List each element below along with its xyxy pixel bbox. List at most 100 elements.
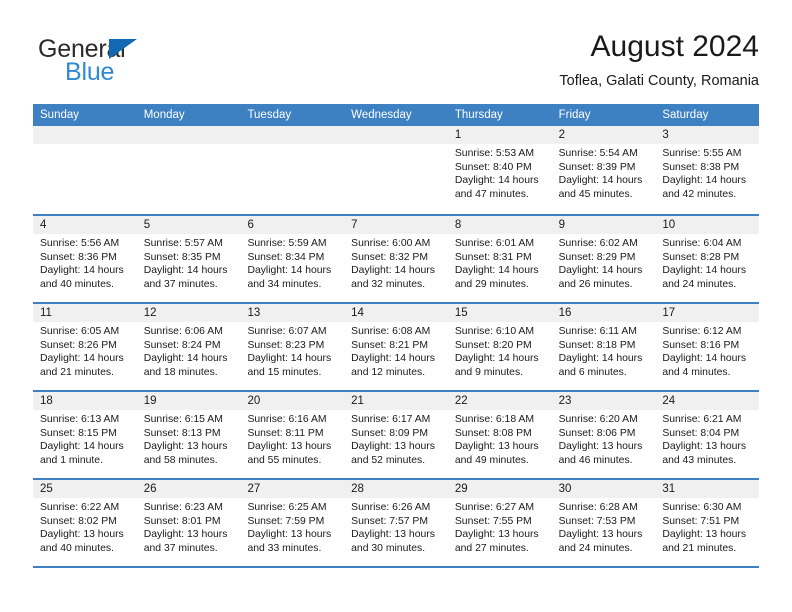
day-details: Sunrise: 6:27 AM Sunset: 7:55 PM Dayligh…: [448, 498, 552, 555]
day-cell[interactable]: 17 Sunrise: 6:12 AM Sunset: 8:16 PM Dayl…: [655, 304, 760, 390]
day-details: Sunrise: 6:22 AM Sunset: 8:02 PM Dayligh…: [33, 498, 137, 555]
daylight-text-line2: and 27 minutes.: [454, 542, 529, 554]
day-cell[interactable]: 8 Sunrise: 6:01 AM Sunset: 8:31 PM Dayli…: [447, 216, 552, 302]
day-cell[interactable]: 6 Sunrise: 5:59 AM Sunset: 8:34 PM Dayli…: [240, 216, 345, 302]
day-number: 7: [344, 216, 448, 234]
day-details: Sunrise: 5:54 AM Sunset: 8:39 PM Dayligh…: [552, 144, 656, 201]
sunrise-text: Sunrise: 6:27 AM: [454, 502, 535, 513]
day-number: [136, 126, 241, 144]
day-details: Sunrise: 6:13 AM Sunset: 8:15 PM Dayligh…: [33, 410, 137, 467]
day-cell[interactable]: 16 Sunrise: 6:11 AM Sunset: 8:18 PM Dayl…: [551, 304, 656, 390]
day-details: Sunrise: 6:15 AM Sunset: 8:13 PM Dayligh…: [137, 410, 241, 467]
day-cell[interactable]: 29 Sunrise: 6:27 AM Sunset: 7:55 PM Dayl…: [447, 480, 552, 566]
day-cell[interactable]: 5 Sunrise: 5:57 AM Sunset: 8:35 PM Dayli…: [136, 216, 241, 302]
day-cell[interactable]: 9 Sunrise: 6:02 AM Sunset: 8:29 PM Dayli…: [551, 216, 656, 302]
day-cell[interactable]: 4 Sunrise: 5:56 AM Sunset: 8:36 PM Dayli…: [33, 216, 137, 302]
general-blue-logo[interactable]: General Blue: [33, 36, 263, 92]
day-details: Sunrise: 6:16 AM Sunset: 8:11 PM Dayligh…: [240, 410, 344, 467]
sunrise-text: Sunrise: 6:00 AM: [351, 238, 431, 249]
daylight-text-line2: and 4 minutes.: [662, 366, 731, 378]
sunset-text: Sunset: 8:40 PM: [454, 161, 532, 173]
day-cell[interactable]: 3 Sunrise: 5:55 AM Sunset: 8:38 PM Dayli…: [655, 126, 760, 214]
daylight-text-line2: and 24 minutes.: [558, 542, 633, 554]
day-number: 26: [136, 480, 241, 498]
daylight-text-line2: and 58 minutes.: [143, 454, 218, 466]
day-cell[interactable]: 14 Sunrise: 6:08 AM Sunset: 8:21 PM Dayl…: [344, 304, 448, 390]
sunrise-text: Sunrise: 6:25 AM: [247, 502, 327, 513]
daylight-text-line1: Daylight: 14 hours: [454, 353, 539, 365]
daylight-text-line1: Daylight: 13 hours: [454, 529, 539, 541]
day-number: 9: [551, 216, 656, 234]
day-cell[interactable]: 25 Sunrise: 6:22 AM Sunset: 8:02 PM Dayl…: [33, 480, 137, 566]
day-cell[interactable]: 30 Sunrise: 6:28 AM Sunset: 7:53 PM Dayl…: [551, 480, 656, 566]
calendar-grid: Sunday Monday Tuesday Wednesday Thursday…: [33, 104, 760, 568]
day-details: Sunrise: 6:30 AM Sunset: 7:51 PM Dayligh…: [655, 498, 759, 555]
day-cell[interactable]: 11 Sunrise: 6:05 AM Sunset: 8:26 PM Dayl…: [33, 304, 137, 390]
sunset-text: Sunset: 7:57 PM: [351, 515, 428, 527]
day-number: 8: [447, 216, 552, 234]
daylight-text-line2: and 15 minutes.: [247, 366, 322, 378]
day-details: [33, 144, 137, 147]
day-number: [344, 126, 448, 144]
sunrise-text: Sunrise: 6:26 AM: [351, 502, 431, 513]
day-cell[interactable]: [33, 126, 137, 214]
day-cell[interactable]: 24 Sunrise: 6:21 AM Sunset: 8:04 PM Dayl…: [655, 392, 760, 478]
sunrise-text: Sunrise: 6:06 AM: [143, 326, 223, 337]
calendar-bottom-border: [33, 566, 759, 568]
daylight-text-line1: Daylight: 14 hours: [454, 265, 539, 277]
daylight-text-line2: and 43 minutes.: [662, 454, 737, 466]
day-cell[interactable]: 19 Sunrise: 6:15 AM Sunset: 8:13 PM Dayl…: [136, 392, 241, 478]
daylight-text-line2: and 21 minutes.: [662, 542, 737, 554]
day-cell[interactable]: 10 Sunrise: 6:04 AM Sunset: 8:28 PM Dayl…: [655, 216, 760, 302]
page-subtitle: Toflea, Galati County, Romania: [559, 73, 759, 89]
sunrise-text: Sunrise: 6:04 AM: [662, 238, 742, 249]
sunset-text: Sunset: 8:36 PM: [40, 251, 117, 263]
daylight-text-line2: and 55 minutes.: [247, 454, 322, 466]
day-details: Sunrise: 6:28 AM Sunset: 7:53 PM Dayligh…: [552, 498, 656, 555]
day-cell[interactable]: 7 Sunrise: 6:00 AM Sunset: 8:32 PM Dayli…: [344, 216, 448, 302]
day-cell[interactable]: 2 Sunrise: 5:54 AM Sunset: 8:39 PM Dayli…: [551, 126, 656, 214]
day-number: 14: [344, 304, 448, 322]
week-row: 18 Sunrise: 6:13 AM Sunset: 8:15 PM Dayl…: [33, 390, 760, 478]
day-cell[interactable]: 15 Sunrise: 6:10 AM Sunset: 8:20 PM Dayl…: [447, 304, 552, 390]
day-cell[interactable]: 20 Sunrise: 6:16 AM Sunset: 8:11 PM Dayl…: [240, 392, 345, 478]
daylight-text-line1: Daylight: 13 hours: [247, 529, 332, 541]
day-cell[interactable]: [136, 126, 241, 214]
day-cell[interactable]: 22 Sunrise: 6:18 AM Sunset: 8:08 PM Dayl…: [447, 392, 552, 478]
sunrise-text: Sunrise: 6:01 AM: [454, 238, 535, 249]
day-number: 12: [136, 304, 241, 322]
sunset-text: Sunset: 8:24 PM: [143, 339, 221, 351]
daylight-text-line2: and 9 minutes.: [454, 366, 524, 378]
day-number: 22: [447, 392, 552, 410]
day-cell[interactable]: 27 Sunrise: 6:25 AM Sunset: 7:59 PM Dayl…: [240, 480, 345, 566]
daylight-text-line2: and 24 minutes.: [662, 278, 737, 290]
sunset-text: Sunset: 7:51 PM: [662, 515, 740, 527]
day-cell[interactable]: [240, 126, 345, 214]
day-number: 5: [136, 216, 241, 234]
day-cell[interactable]: 28 Sunrise: 6:26 AM Sunset: 7:57 PM Dayl…: [344, 480, 448, 566]
day-number: 4: [33, 216, 137, 234]
day-cell[interactable]: [344, 126, 448, 214]
sunrise-text: Sunrise: 6:30 AM: [662, 502, 742, 513]
day-number: 6: [240, 216, 345, 234]
day-cell[interactable]: 1 Sunrise: 5:53 AM Sunset: 8:40 PM Dayli…: [447, 126, 552, 214]
sunset-text: Sunset: 8:15 PM: [40, 427, 117, 439]
daylight-text-line2: and 40 minutes.: [40, 278, 114, 290]
daylight-text-line1: Daylight: 14 hours: [143, 353, 228, 365]
day-cell[interactable]: 26 Sunrise: 6:23 AM Sunset: 8:01 PM Dayl…: [136, 480, 241, 566]
daylight-text-line1: Daylight: 14 hours: [40, 441, 124, 453]
day-cell[interactable]: 12 Sunrise: 6:06 AM Sunset: 8:24 PM Dayl…: [136, 304, 241, 390]
day-details: Sunrise: 5:56 AM Sunset: 8:36 PM Dayligh…: [33, 234, 137, 291]
daylight-text-line1: Daylight: 13 hours: [558, 529, 643, 541]
day-details: Sunrise: 6:23 AM Sunset: 8:01 PM Dayligh…: [137, 498, 241, 555]
day-cell[interactable]: 18 Sunrise: 6:13 AM Sunset: 8:15 PM Dayl…: [33, 392, 137, 478]
day-number: 21: [344, 392, 448, 410]
sunset-text: Sunset: 8:04 PM: [662, 427, 740, 439]
day-cell[interactable]: 21 Sunrise: 6:17 AM Sunset: 8:09 PM Dayl…: [344, 392, 448, 478]
day-cell[interactable]: 13 Sunrise: 6:07 AM Sunset: 8:23 PM Dayl…: [240, 304, 345, 390]
weekday-header-row: Sunday Monday Tuesday Wednesday Thursday…: [33, 104, 759, 126]
day-cell[interactable]: 23 Sunrise: 6:20 AM Sunset: 8:06 PM Dayl…: [551, 392, 656, 478]
sunset-text: Sunset: 8:38 PM: [662, 161, 740, 173]
day-cell[interactable]: 31 Sunrise: 6:30 AM Sunset: 7:51 PM Dayl…: [655, 480, 760, 566]
sunset-text: Sunset: 8:13 PM: [143, 427, 221, 439]
